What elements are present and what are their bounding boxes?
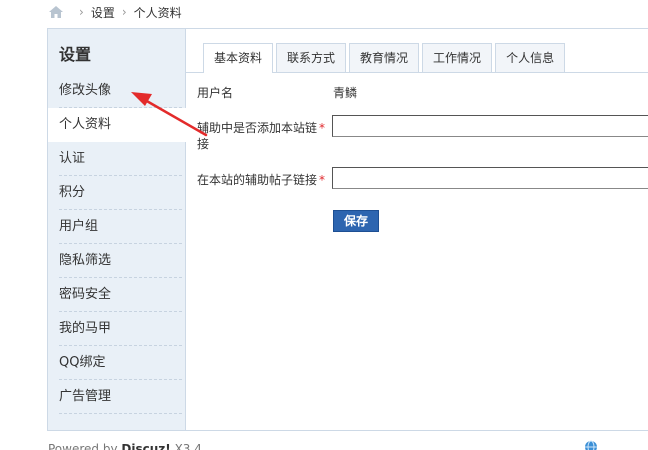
helper-link-label: 辅助中是否添加本站链 * 接: [197, 120, 325, 152]
home-icon[interactable]: [48, 5, 64, 19]
sidebar-item-qq-binding[interactable]: QQ绑定: [48, 346, 186, 380]
breadcrumb-separator: ›: [121, 5, 127, 19]
settings-panel: 设置 修改头像 个人资料 认证 积分 用户组 隐私筛选 密码安全 我的马甲 QQ…: [47, 28, 648, 431]
footer-version: X3.4: [174, 442, 202, 450]
helper-link-label-text-cont: 接: [197, 137, 210, 151]
required-mark: *: [319, 121, 326, 135]
sidebar-menu: 修改头像 个人资料 认证 积分 用户组 隐私筛选 密码安全 我的马甲 QQ绑定 …: [48, 74, 187, 414]
username-label: 用户名: [197, 86, 234, 100]
sidebar-item-ad-management[interactable]: 广告管理: [48, 380, 186, 414]
tab-work[interactable]: 工作情况: [422, 43, 493, 72]
breadcrumb-item-settings[interactable]: 设置: [91, 4, 115, 21]
footer-brand-link[interactable]: Discuz!: [121, 442, 170, 450]
username-value: 青鳞: [333, 86, 358, 100]
sidebar-item-verification[interactable]: 认证: [48, 142, 186, 176]
tab-bar: 基本资料 联系方式 教育情况 工作情况 个人信息: [203, 43, 568, 73]
breadcrumb-item-profile[interactable]: 个人资料: [134, 4, 182, 21]
post-link-input[interactable]: [332, 167, 648, 189]
required-mark: *: [319, 173, 326, 187]
post-link-label-text: 在本站的辅助帖子链接: [197, 173, 318, 187]
tab-basic-info[interactable]: 基本资料: [203, 43, 274, 73]
helper-link-label-text: 辅助中是否添加本站链: [197, 121, 318, 135]
globe-icon: [585, 440, 597, 450]
corner-badge[interactable]: [584, 440, 644, 450]
sidebar-item-my-alts[interactable]: 我的马甲: [48, 312, 186, 346]
footer-powered-by: Powered by: [48, 442, 118, 450]
sidebar-title: 设置: [59, 45, 92, 64]
sidebar: 设置 修改头像 个人资料 认证 积分 用户组 隐私筛选 密码安全 我的马甲 QQ…: [48, 29, 187, 430]
breadcrumb: › 设置 › 个人资料: [48, 4, 182, 20]
sidebar-item-change-avatar[interactable]: 修改头像: [48, 74, 186, 108]
save-button[interactable]: 保存: [333, 210, 379, 232]
tab-education[interactable]: 教育情况: [349, 43, 420, 72]
tab-personal-info[interactable]: 个人信息: [495, 43, 566, 72]
breadcrumb-separator: ›: [79, 5, 84, 19]
sidebar-item-credits[interactable]: 积分: [48, 176, 186, 210]
sidebar-item-password-security[interactable]: 密码安全: [48, 278, 186, 312]
sidebar-item-privacy-filter[interactable]: 隐私筛选: [48, 244, 186, 278]
sidebar-item-profile[interactable]: 个人资料: [48, 108, 187, 142]
helper-link-input[interactable]: [332, 115, 648, 137]
footer: Powered by Discuz! X3.4: [48, 442, 202, 450]
sidebar-item-usergroup[interactable]: 用户组: [48, 210, 186, 244]
post-link-label: 在本站的辅助帖子链接 *: [197, 172, 325, 188]
tab-contact[interactable]: 联系方式: [276, 43, 347, 72]
